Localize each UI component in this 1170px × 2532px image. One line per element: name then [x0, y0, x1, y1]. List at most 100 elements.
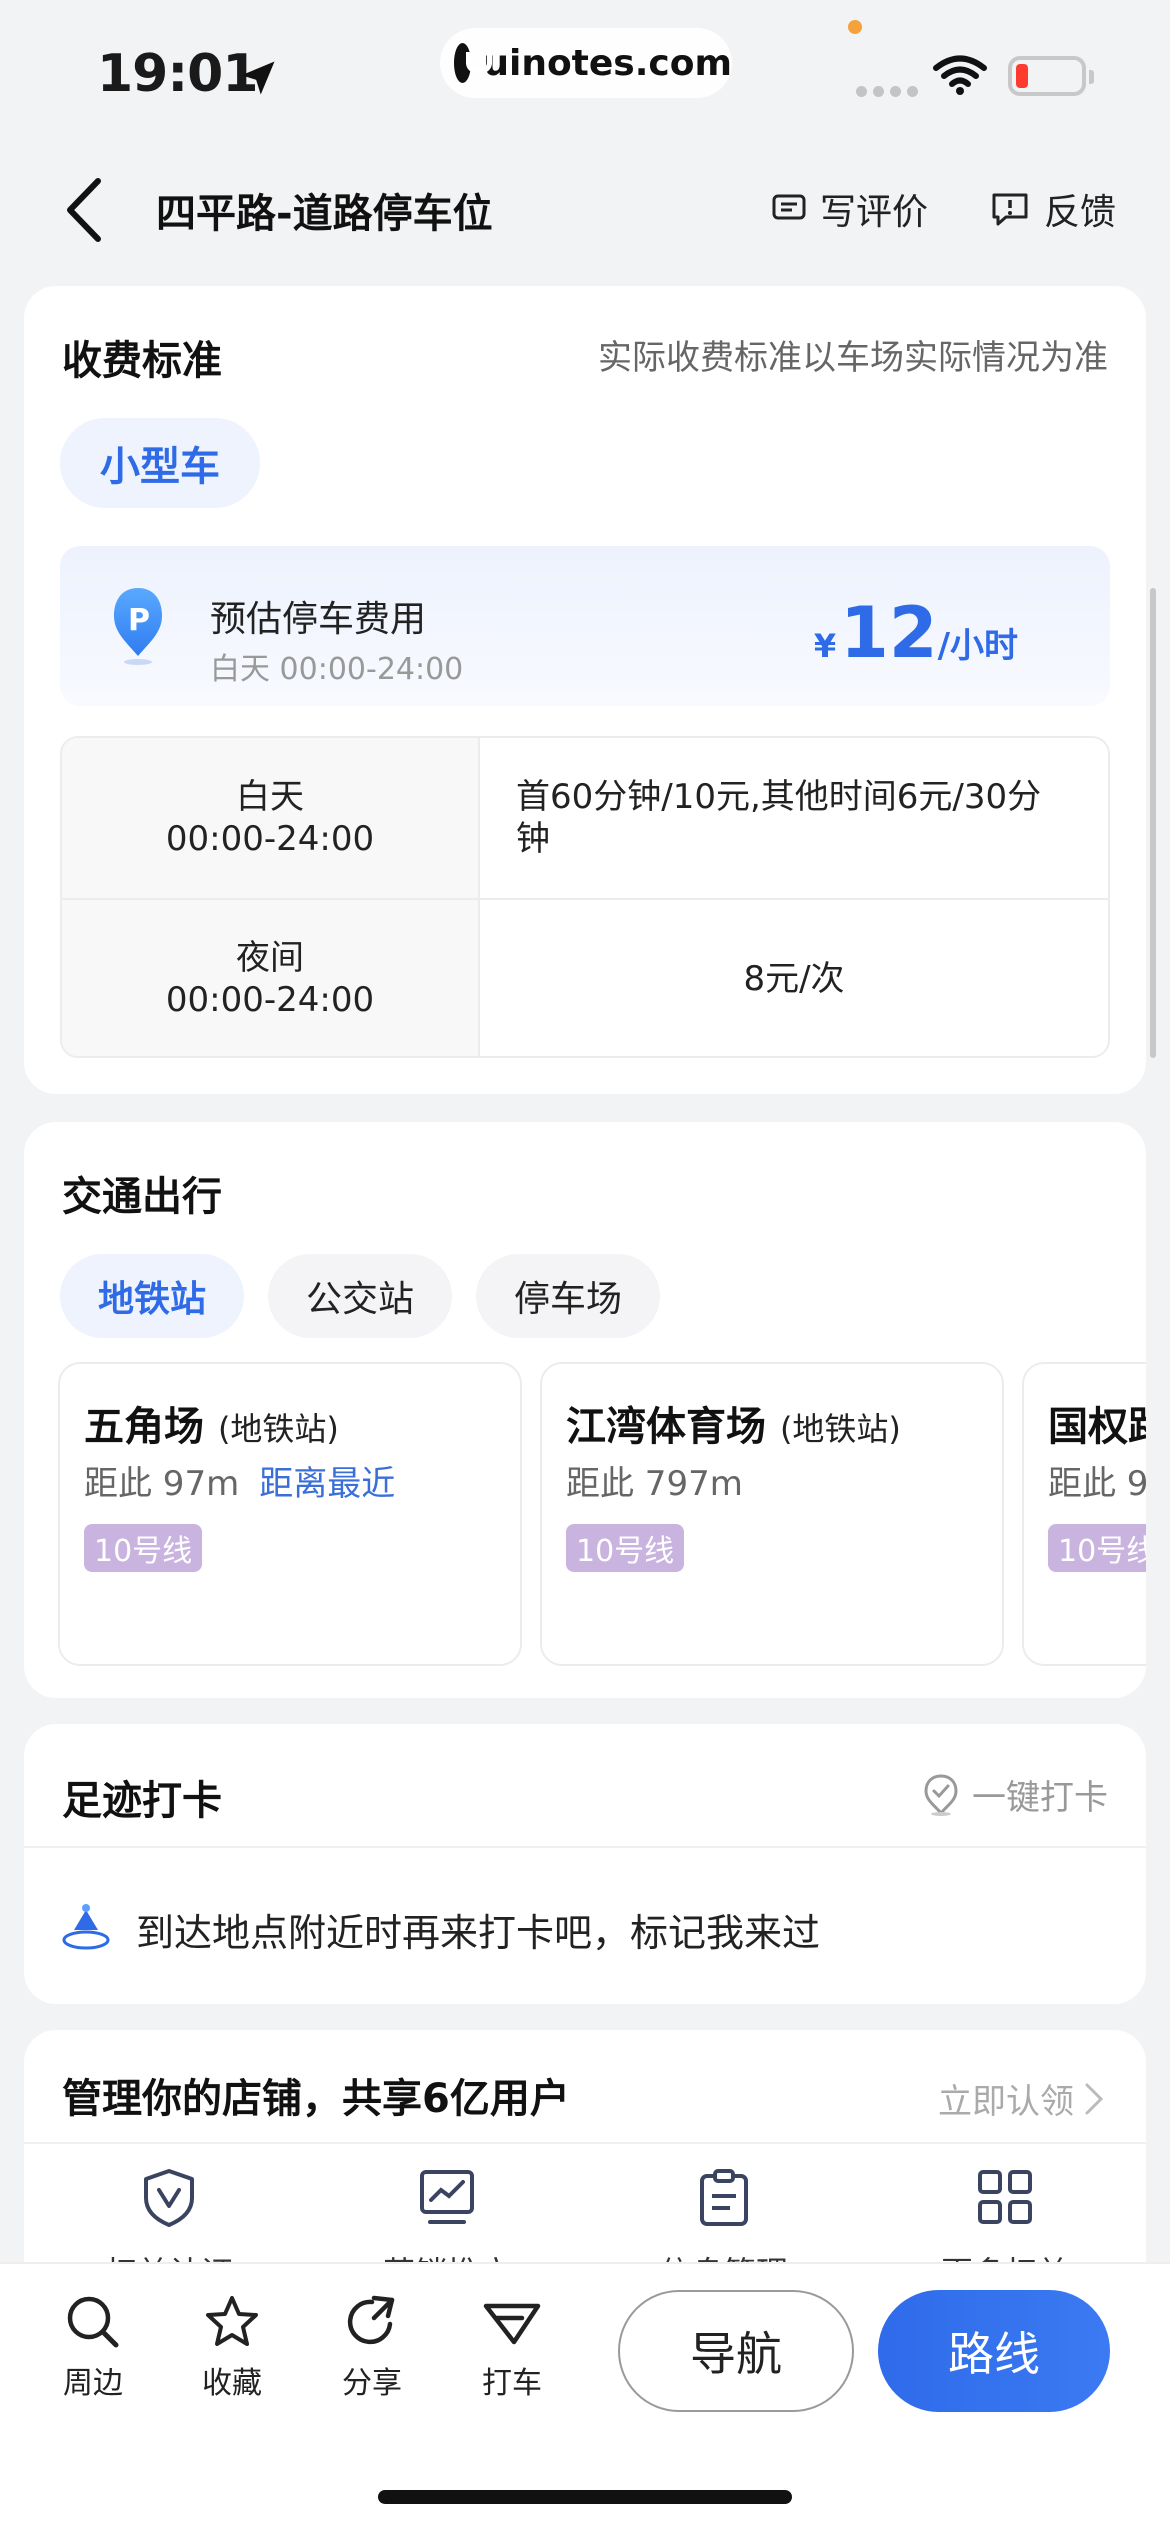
- station-distance-row: 距此 9: [1048, 1456, 1146, 1505]
- watermark-text: uinotes.com: [483, 42, 732, 84]
- nav-taxi[interactable]: 打车: [452, 2294, 572, 2402]
- status-time: 19:01: [97, 44, 259, 104]
- tab-bus[interactable]: 公交站: [268, 1254, 452, 1338]
- page-title: 四平路-道路停车位: [156, 191, 493, 237]
- feedback-button[interactable]: 反馈: [990, 183, 1116, 235]
- checkin-title: 足迹打卡: [62, 1778, 222, 1824]
- navigate-button[interactable]: 导航: [618, 2290, 854, 2412]
- tab-parking[interactable]: 停车场: [476, 1254, 660, 1338]
- shop-title: 管理你的店铺，共享6亿用户: [62, 2076, 570, 2122]
- estimate-box: P 预估停车费用 白天 00:00-24:00 ¥ 12 /小时: [60, 546, 1110, 706]
- verified-shield-icon[interactable]: [141, 2168, 197, 2228]
- transport-card: 交通出行 地铁站 公交站 停车场 五角场 (地铁站) 距此 97m 距离最近 10…: [24, 1122, 1146, 1698]
- fee-standard-card: 收费标准 实际收费标准以车场实际情况为准 小型车 P 预估停车费用 白天 00:…: [24, 286, 1146, 1094]
- claim-now-label: 立即认领: [938, 2082, 1074, 2122]
- write-review-label: 写评价: [820, 192, 929, 233]
- station-card[interactable]: 国权路 (地铁站) 距此 9 10号线: [1022, 1362, 1146, 1666]
- nav-nearby-label: 周边: [63, 2366, 123, 2401]
- one-key-checkin-button[interactable]: 一键打卡: [922, 1770, 1108, 1819]
- taxi-icon: [483, 2303, 541, 2345]
- claim-now-button[interactable]: 立即认领: [938, 2074, 1106, 2123]
- metro-line-badge: 10号线: [84, 1524, 203, 1572]
- estimate-label: 预估停车费用: [210, 599, 427, 640]
- clipboard-icon[interactable]: [698, 2168, 750, 2228]
- transport-title: 交通出行: [62, 1174, 222, 1220]
- write-review-button[interactable]: 写评价: [772, 183, 928, 235]
- station-name-row: 五角场 (地铁站): [84, 1394, 339, 1452]
- feedback-icon: [992, 193, 1028, 226]
- checkin-card: 足迹打卡 一键打卡 到达地点附近时再来打卡吧，标记我来过: [24, 1724, 1146, 2004]
- station-distance: 距此 97m: [84, 1464, 240, 1504]
- route-button[interactable]: 路线: [878, 2290, 1110, 2412]
- fee-row: 夜间 00:00-24:00 8元/次: [62, 898, 1108, 1056]
- wifi-icon: [933, 55, 987, 95]
- divider: [24, 1846, 1146, 1848]
- vehicle-type-chip[interactable]: 小型车: [60, 418, 260, 508]
- checkin-hint: 到达地点附近时再来打卡吧，标记我来过: [136, 1911, 821, 1955]
- station-card[interactable]: 五角场 (地铁站) 距此 97m 距离最近 10号线: [58, 1362, 522, 1666]
- marketing-chart-icon[interactable]: [418, 2168, 476, 2228]
- station-name: 国权路: [1048, 1404, 1146, 1450]
- privacy-indicator-dot: [848, 20, 862, 34]
- station-name: 江湾体育场: [566, 1404, 766, 1450]
- cellular-signal-icon: [856, 86, 918, 97]
- fee-row: 白天 00:00-24:00 首60分钟/10元,其他时间6元/30分钟: [62, 738, 1108, 898]
- nearest-tag: 距离最近: [259, 1464, 396, 1504]
- price-unit: /小时: [937, 626, 1018, 666]
- scrollbar[interactable]: [1150, 588, 1156, 1058]
- fee-table: 白天 00:00-24:00 首60分钟/10元,其他时间6元/30分钟 夜间 …: [60, 736, 1110, 1058]
- station-type: (地铁站): [779, 1410, 901, 1448]
- estimate-time: 白天 00:00-24:00: [210, 652, 464, 687]
- station-name: 五角场: [84, 1404, 204, 1450]
- metro-line-badge: 10号线: [1048, 1524, 1146, 1572]
- estimated-price: ¥ 12 /小时: [814, 598, 1018, 668]
- station-distance-row: 距此 97m 距离最近: [84, 1456, 395, 1505]
- station-type: (地铁站): [217, 1410, 339, 1448]
- fee-hours: 00:00-24:00: [165, 819, 375, 859]
- price-value: 12: [840, 592, 938, 674]
- grid-apps-icon[interactable]: [976, 2168, 1034, 2226]
- fee-period: 白天: [236, 777, 304, 817]
- svg-text:P: P: [128, 603, 150, 638]
- fee-period-cell: 白天 00:00-24:00: [62, 738, 480, 898]
- nav-share[interactable]: 分享: [312, 2294, 432, 2402]
- back-arrow-icon[interactable]: [64, 177, 104, 243]
- star-icon: [206, 2296, 258, 2346]
- watermark-pill: uinotes.com: [440, 28, 732, 98]
- fee-rule: 首60分钟/10元,其他时间6元/30分钟: [516, 777, 1042, 859]
- share-icon: [347, 2295, 395, 2345]
- nav-favorite[interactable]: 收藏: [172, 2294, 292, 2402]
- status-bar: 19:01 uinotes.com: [0, 0, 1170, 135]
- station-name-row: 国权路 (地铁站): [1048, 1394, 1146, 1452]
- home-indicator[interactable]: [378, 2490, 792, 2504]
- price-currency: ¥: [813, 627, 837, 665]
- feedback-label: 反馈: [1044, 192, 1117, 233]
- watermark-logo-icon: [454, 43, 493, 83]
- station-distance: 距此 797m: [566, 1464, 743, 1504]
- nav-taxi-label: 打车: [482, 2366, 542, 2401]
- battery-tip: [1089, 70, 1094, 84]
- fee-hours: 00:00-24:00: [165, 980, 375, 1020]
- fee-title: 收费标准: [62, 338, 222, 384]
- page-header: 四平路-道路停车位 写评价 反馈: [0, 135, 1170, 285]
- footprint-checkin-icon: [62, 1904, 110, 1950]
- nav-favorite-label: 收藏: [202, 2366, 262, 2401]
- nav-share-label: 分享: [342, 2366, 402, 2401]
- nav-nearby[interactable]: 周边: [33, 2294, 153, 2402]
- station-name-row: 江湾体育场 (地铁站): [566, 1394, 901, 1452]
- station-card[interactable]: 江湾体育场 (地铁站) 距此 797m 10号线: [540, 1362, 1004, 1666]
- fee-rule: 8元/次: [743, 959, 845, 999]
- comment-icon: [772, 194, 806, 220]
- station-distance-row: 距此 797m: [566, 1456, 743, 1505]
- metro-line-badge: 10号线: [566, 1524, 685, 1572]
- battery-icon: [1008, 56, 1086, 96]
- one-key-checkin-label: 一键打卡: [972, 1778, 1108, 1818]
- parking-pin-icon: P: [114, 588, 162, 665]
- location-check-icon: [924, 1773, 958, 1816]
- tab-subway[interactable]: 地铁站: [60, 1254, 244, 1338]
- fee-note: 实际收费标准以车场实际情况为准: [598, 338, 1108, 378]
- location-arrow-icon: [241, 61, 275, 95]
- chevron-right-icon: [1085, 2083, 1104, 2114]
- station-distance: 距此 9: [1048, 1464, 1146, 1504]
- fee-period: 夜间: [236, 938, 304, 978]
